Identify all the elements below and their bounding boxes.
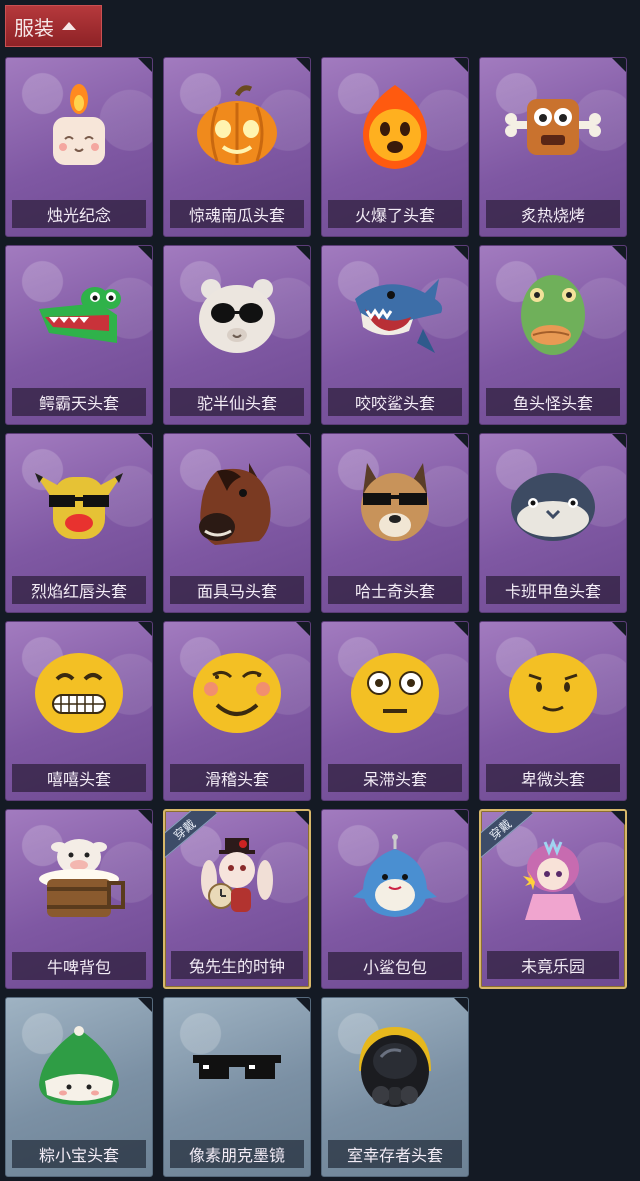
costume-name: 兔先生的时钟: [171, 951, 303, 979]
rabbit-clock-icon: [187, 834, 287, 928]
card-corner-decoration: [454, 810, 468, 824]
grilled-meat-icon: [503, 81, 603, 175]
card-corner-decoration: [612, 58, 626, 72]
alpaca-sunglasses-icon: [187, 269, 287, 363]
costume-name: 烛光纪念: [12, 200, 146, 228]
card-corner-decoration: [454, 58, 468, 72]
costume-name: 惊魂南瓜头套: [170, 200, 304, 228]
humble-emoji-icon: [503, 645, 603, 739]
costume-name: 卡班甲鱼头套: [486, 576, 620, 604]
costume-name: 牛啤背包: [12, 952, 146, 980]
round-fish-icon: [503, 457, 603, 551]
card-corner-decoration: [295, 811, 309, 825]
card-corner-decoration: [454, 998, 468, 1012]
costume-name: 鱼头怪头套: [486, 388, 620, 416]
costume-card[interactable]: 兔先生的时钟 穿戴: [163, 809, 311, 989]
costume-card[interactable]: 未竟乐园 穿戴: [479, 809, 627, 989]
costume-name: 哈士奇头套: [328, 576, 462, 604]
costume-card[interactable]: 鳄霸天头套: [5, 245, 153, 425]
section-title: 服装: [14, 15, 54, 40]
costume-card[interactable]: 像素朋克墨镜: [163, 997, 311, 1177]
costume-name: 小鲨包包: [328, 952, 462, 980]
costume-card[interactable]: 粽小宝头套: [5, 997, 153, 1177]
costume-card[interactable]: 呆滞头套: [321, 621, 469, 801]
candle-icon: [29, 81, 129, 175]
chevron-up-icon: [62, 22, 76, 30]
costume-card[interactable]: 小鲨包包: [321, 809, 469, 989]
fish-head-icon: [503, 269, 603, 363]
costume-card[interactable]: 烛光纪念: [5, 57, 153, 237]
costume-card[interactable]: 惊魂南瓜头套: [163, 57, 311, 237]
costume-name: 火爆了头套: [328, 200, 462, 228]
costume-card[interactable]: 火爆了头套: [321, 57, 469, 237]
card-corner-decoration: [612, 434, 626, 448]
costume-name: 咬咬鲨头套: [328, 388, 462, 416]
card-corner-decoration: [138, 434, 152, 448]
card-corner-decoration: [296, 622, 310, 636]
shark-icon: [345, 269, 445, 363]
costume-name: 滑稽头套: [170, 764, 304, 792]
costume-name: 未竟乐园: [487, 951, 619, 979]
costume-name: 室幸存者头套: [328, 1140, 462, 1168]
pumpkin-icon: [187, 81, 287, 175]
card-corner-decoration: [612, 246, 626, 260]
costume-card[interactable]: 哈士奇头套: [321, 433, 469, 613]
costume-name: 炙热烧烤: [486, 200, 620, 228]
costume-name: 像素朋克墨镜: [170, 1140, 304, 1168]
card-corner-decoration: [296, 434, 310, 448]
costume-card[interactable]: 滑稽头套: [163, 621, 311, 801]
costume-grid: 烛光纪念 惊魂南瓜头套 火爆了头套 炙热烧烤 鳄霸天头套 驼半仙头套 咬咬鲨头套…: [5, 57, 635, 1177]
card-corner-decoration: [296, 246, 310, 260]
card-corner-decoration: [138, 998, 152, 1012]
dazed-emoji-icon: [345, 645, 445, 739]
card-corner-decoration: [454, 434, 468, 448]
doll-girl-icon: [503, 834, 603, 928]
costume-name: 烈焰红唇头套: [12, 576, 146, 604]
costume-card[interactable]: 面具马头套: [163, 433, 311, 613]
costume-section-toggle[interactable]: 服装: [5, 5, 102, 47]
card-corner-decoration: [296, 998, 310, 1012]
costume-card[interactable]: 咬咬鲨头套: [321, 245, 469, 425]
zongzi-icon: [29, 1021, 129, 1115]
yellow-pika-icon: [29, 457, 129, 551]
costume-card[interactable]: 驼半仙头套: [163, 245, 311, 425]
costume-name: 驼半仙头套: [170, 388, 304, 416]
pixel-sunglasses-icon: [187, 1021, 287, 1115]
costume-card[interactable]: 嘻嘻头套: [5, 621, 153, 801]
card-corner-decoration: [138, 810, 152, 824]
fireball-icon: [345, 81, 445, 175]
grin-emoji-icon: [29, 645, 129, 739]
costume-card[interactable]: 卑微头套: [479, 621, 627, 801]
costume-name: 嘻嘻头套: [12, 764, 146, 792]
card-corner-decoration: [454, 246, 468, 260]
cow-barrel-icon: [29, 833, 129, 927]
card-corner-decoration: [454, 622, 468, 636]
card-corner-decoration: [138, 622, 152, 636]
horse-mask-icon: [187, 457, 287, 551]
costume-card[interactable]: 炙热烧烤: [479, 57, 627, 237]
costume-card[interactable]: 牛啤背包: [5, 809, 153, 989]
card-corner-decoration: [138, 58, 152, 72]
costume-name: 卑微头套: [486, 764, 620, 792]
costume-name: 呆滞头套: [328, 764, 462, 792]
card-corner-decoration: [612, 622, 626, 636]
costume-card[interactable]: 室幸存者头套: [321, 997, 469, 1177]
costume-name: 面具马头套: [170, 576, 304, 604]
costume-name: 鳄霸天头套: [12, 388, 146, 416]
costume-card[interactable]: 烈焰红唇头套: [5, 433, 153, 613]
card-corner-decoration: [296, 58, 310, 72]
costume-name: 粽小宝头套: [12, 1140, 146, 1168]
card-corner-decoration: [138, 246, 152, 260]
shark-bag-icon: [345, 833, 445, 927]
card-corner-decoration: [611, 811, 625, 825]
funny-emoji-icon: [187, 645, 287, 739]
costume-card[interactable]: 卡班甲鱼头套: [479, 433, 627, 613]
crocodile-icon: [29, 269, 129, 363]
costume-card[interactable]: 鱼头怪头套: [479, 245, 627, 425]
gas-mask-helmet-icon: [345, 1021, 445, 1115]
husky-icon: [345, 457, 445, 551]
